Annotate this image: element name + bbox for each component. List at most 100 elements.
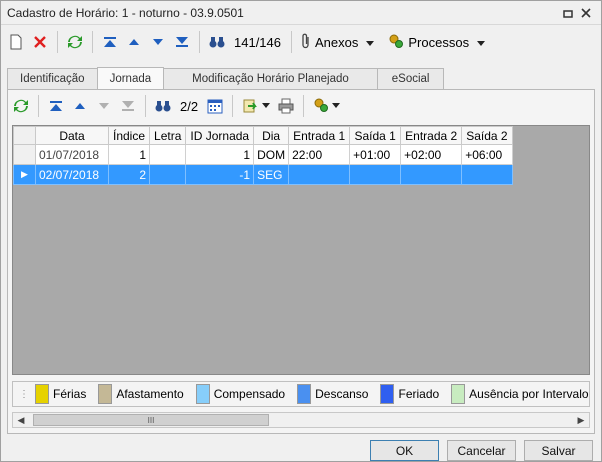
cell-id-jornada[interactable]: 1 xyxy=(185,144,255,165)
delete-icon[interactable] xyxy=(29,30,51,54)
cell-indice[interactable]: 1 xyxy=(107,144,151,165)
scroll-right-icon[interactable]: ▶ xyxy=(573,413,589,427)
legend-label: Descanso xyxy=(315,387,369,401)
cell-saida-2[interactable]: +06:00 xyxy=(461,144,513,165)
gears-icon xyxy=(313,97,329,116)
scroll-thumb[interactable]: III xyxy=(33,414,269,426)
cell-entrada-2[interactable] xyxy=(400,164,463,185)
grid-record-counter: 2/2 xyxy=(180,98,199,114)
cell-dia[interactable]: DOM xyxy=(253,144,290,165)
cell-entrada-1[interactable]: 22:00 xyxy=(288,144,351,165)
column-header-entrada-1[interactable]: Entrada 1 xyxy=(288,126,351,145)
legend-item-ausencia-por-intervalo: Ausência por Intervalo xyxy=(451,383,589,405)
column-header-entrada-2[interactable]: Entrada 2 xyxy=(400,126,463,145)
previous-record-icon[interactable] xyxy=(123,30,145,54)
dialog-buttons: OK Cancelar Salvar xyxy=(370,440,593,461)
jornada-table: Data Índice Letra ID Jornada Dia Entrada… xyxy=(13,126,513,185)
processos-label: Processos xyxy=(408,34,470,50)
previous-record-icon[interactable] xyxy=(69,94,91,118)
cell-letra[interactable] xyxy=(149,164,187,185)
new-record-icon[interactable] xyxy=(5,30,27,54)
close-icon[interactable] xyxy=(577,4,595,22)
main-toolbar: 141/146 Anexos Processos xyxy=(1,25,601,59)
legend-label: Afastamento xyxy=(116,387,184,401)
legend-label: Férias xyxy=(53,387,87,401)
column-header-indice[interactable]: Índice xyxy=(107,126,151,145)
toolbar-separator xyxy=(291,31,292,53)
cell-id-jornada[interactable]: -1 xyxy=(185,164,255,185)
refresh-icon[interactable] xyxy=(10,94,32,118)
first-record-icon[interactable] xyxy=(99,30,121,54)
cell-entrada-1[interactable] xyxy=(288,164,351,185)
window-title: Cadastro de Horário: 1 - noturno - 03.9.… xyxy=(7,5,244,20)
binoculars-icon[interactable] xyxy=(152,94,174,118)
calendar-icon[interactable] xyxy=(204,94,226,118)
dropdown-arrow-icon xyxy=(366,35,375,50)
cell-saida-1[interactable]: +01:00 xyxy=(349,144,402,165)
legend-swatch xyxy=(380,384,395,404)
first-record-icon[interactable] xyxy=(45,94,67,118)
grip-icon: ⋮ xyxy=(19,388,29,400)
toolbar-separator xyxy=(57,31,58,53)
gears-icon xyxy=(388,33,404,52)
scroll-track[interactable]: III xyxy=(29,413,573,427)
cell-indice[interactable]: 2 xyxy=(107,164,151,185)
anexos-label: Anexos xyxy=(315,34,359,50)
scroll-left-icon[interactable]: ◀ xyxy=(13,413,29,427)
next-record-icon[interactable] xyxy=(147,30,169,54)
cell-saida-2[interactable] xyxy=(461,164,513,185)
row-pointer-icon[interactable]: ▶ xyxy=(13,164,36,185)
tab-esocial[interactable]: eSocial xyxy=(376,68,445,89)
refresh-icon[interactable] xyxy=(64,30,86,54)
legend-item-afastamento: Afastamento xyxy=(98,383,184,405)
window: Cadastro de Horário: 1 - noturno - 03.9.… xyxy=(0,0,602,462)
cell-data[interactable]: 02/07/2018 xyxy=(35,164,109,185)
title-bar: Cadastro de Horário: 1 - noturno - 03.9.… xyxy=(1,1,601,25)
cell-dia[interactable]: SEG xyxy=(253,164,290,185)
column-header-letra[interactable]: Letra xyxy=(149,126,187,145)
last-record-icon[interactable] xyxy=(117,94,139,118)
cell-data[interactable]: 01/07/2018 xyxy=(35,144,109,165)
legend-swatch xyxy=(451,384,466,404)
restore-icon[interactable] xyxy=(559,4,577,22)
print-icon[interactable] xyxy=(275,94,297,118)
legend-label: Ausência por Intervalo xyxy=(469,387,589,401)
column-header-saida-2[interactable]: Saída 2 xyxy=(461,126,513,145)
legend-label: Feriado xyxy=(398,387,440,401)
ok-button[interactable]: OK xyxy=(370,440,439,461)
tab-modificacao-horario-planejado[interactable]: Modificação Horário Planejado xyxy=(163,68,378,89)
table-row-selected[interactable]: ▶ 02/07/2018 2 -1 SEG xyxy=(13,164,513,185)
tab-jornada[interactable]: Jornada xyxy=(96,67,165,89)
cell-entrada-2[interactable]: +02:00 xyxy=(400,144,463,165)
export-icon[interactable] xyxy=(239,94,273,118)
last-record-icon[interactable] xyxy=(171,30,193,54)
next-record-icon[interactable] xyxy=(93,94,115,118)
cell-letra[interactable] xyxy=(149,144,187,165)
tab-identificacao[interactable]: Identificação xyxy=(7,68,98,89)
column-header-saida-1[interactable]: Saída 1 xyxy=(349,126,402,145)
binoculars-icon[interactable] xyxy=(206,30,228,54)
column-header-data[interactable]: Data xyxy=(35,126,109,145)
processos-button[interactable]: Processos xyxy=(385,30,488,54)
column-header-dia[interactable]: Dia xyxy=(253,126,290,145)
jornada-grid[interactable]: Data Índice Letra ID Jornada Dia Entrada… xyxy=(12,125,590,375)
legend-label: Compensado xyxy=(213,387,286,401)
tab-strip: Identificação Jornada Modificação Horári… xyxy=(7,67,445,90)
save-button[interactable]: Salvar xyxy=(524,440,593,461)
grid-processes-button[interactable] xyxy=(310,94,343,118)
legend-swatch xyxy=(35,384,49,404)
toolbar-separator xyxy=(38,95,39,117)
cell-saida-1[interactable] xyxy=(349,164,402,185)
horizontal-scrollbar[interactable]: ◀ III ▶ xyxy=(12,412,590,428)
legend-swatch xyxy=(98,384,113,404)
legend-swatch xyxy=(195,384,210,404)
column-header-id-jornada[interactable]: ID Jornada xyxy=(185,126,255,145)
legend-item-ferias: Férias xyxy=(35,383,86,405)
cancel-button[interactable]: Cancelar xyxy=(447,440,516,461)
dropdown-arrow-icon xyxy=(477,35,486,50)
row-header[interactable] xyxy=(13,144,36,165)
paperclip-icon xyxy=(301,33,311,52)
legend-swatch xyxy=(297,384,312,404)
table-row[interactable]: 01/07/2018 1 1 DOM 22:00 +01:00 +02:00 +… xyxy=(13,144,513,165)
anexos-button[interactable]: Anexos xyxy=(298,30,377,54)
